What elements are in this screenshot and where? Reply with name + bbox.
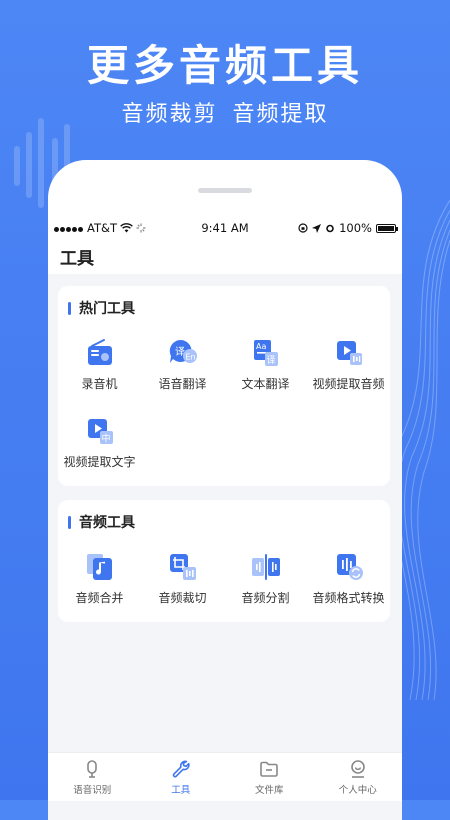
tool-label: 音频合并: [75, 591, 124, 605]
tool-label: 音频格式转换: [312, 591, 385, 605]
tool-label: 视频提取音频: [312, 377, 385, 391]
svg-text:Aa: Aa: [256, 342, 266, 351]
section-title: 热门工具: [79, 301, 135, 317]
section-header: 热门工具: [68, 298, 135, 318]
microphone-icon: [87, 760, 98, 778]
tab-label: 工具: [171, 785, 191, 796]
tool-speech-translate[interactable]: 译 En 语音翻译: [141, 338, 224, 392]
svg-text:译: 译: [266, 355, 275, 366]
tool-audio-format-convert[interactable]: 音频格式转换: [307, 552, 390, 606]
tool-text-translate[interactable]: Aa 译 文本翻译: [224, 338, 307, 392]
phone-speaker: [198, 188, 252, 193]
tool-label: 语音翻译: [158, 377, 207, 391]
svg-text:En: En: [185, 353, 195, 362]
tool-audio-split[interactable]: 音频分割: [224, 552, 307, 606]
tab-label: 个人中心: [338, 785, 377, 796]
wrench-icon: [172, 760, 190, 778]
speech-translate-icon: 译 En: [169, 339, 197, 363]
tool-label: 视频提取文字: [63, 455, 136, 469]
video-extract-audio-icon: [336, 341, 362, 365]
section-header: 音频工具: [68, 512, 135, 532]
tab-label: 文件库: [254, 785, 284, 796]
tool-video-extract-text[interactable]: 中 视频提取文字: [58, 416, 141, 470]
app-screen: AT&T 9:41 AM 100% 工具 热门工具 录音机 译 En 语音翻译 …: [48, 218, 402, 820]
bottom-tab-bar: 语音识别 工具 文件库 个人中心: [48, 752, 402, 801]
tab-label: 语音识别: [73, 785, 112, 796]
status-bar: AT&T 9:41 AM 100%: [48, 218, 402, 238]
hot-tools-card: 热门工具 录音机 译 En 语音翻译 Aa 译 文本翻译 视频提取音频 中 视频…: [58, 286, 390, 486]
tool-recorder[interactable]: 录音机: [58, 338, 141, 392]
user-smile-icon: [350, 760, 365, 778]
banner-title: 更多音频工具: [86, 41, 363, 90]
tab-tools[interactable]: 工具: [137, 753, 226, 801]
tab-personal-center[interactable]: 个人中心: [314, 753, 403, 801]
tool-label: 音频裁切: [158, 591, 207, 605]
page-title: 工具: [48, 238, 402, 274]
phone-mockup: AT&T 9:41 AM 100% 工具 热门工具 录音机 译 En 语音翻译 …: [48, 160, 402, 820]
status-time: 9:41 AM: [201, 221, 249, 235]
tool-label: 音频分割: [241, 591, 290, 605]
video-extract-text-icon: 中: [87, 419, 113, 445]
tool-label: 文本翻译: [241, 377, 290, 391]
section-accent-bar: [68, 515, 71, 529]
section-title: 音频工具: [79, 515, 135, 531]
text-translate-icon: Aa 译: [253, 340, 278, 366]
audio-split-icon: [251, 554, 280, 580]
tool-audio-crop[interactable]: 音频裁切: [141, 552, 224, 606]
audio-crop-icon: [169, 554, 196, 580]
svg-text:中: 中: [101, 433, 110, 445]
audio-tools-card: 音频工具 音频合并 音频裁切 音频分割 音频格式转换: [58, 500, 390, 622]
tab-speech-recognition[interactable]: 语音识别: [48, 753, 137, 801]
tool-label: 录音机: [81, 377, 118, 391]
tab-file-library[interactable]: 文件库: [225, 753, 314, 801]
section-accent-bar: [68, 301, 71, 315]
folder-icon: [260, 761, 279, 777]
audio-format-convert-icon: [336, 554, 363, 580]
battery-icon: [376, 223, 398, 233]
radio-recorder-icon: [87, 339, 112, 365]
tool-audio-merge[interactable]: 音频合并: [58, 552, 141, 606]
audio-merge-icon: [86, 554, 112, 580]
tool-video-extract-audio[interactable]: 视频提取音频: [307, 338, 390, 392]
banner-subtitle: 音频裁剪 音频提取: [121, 102, 329, 127]
